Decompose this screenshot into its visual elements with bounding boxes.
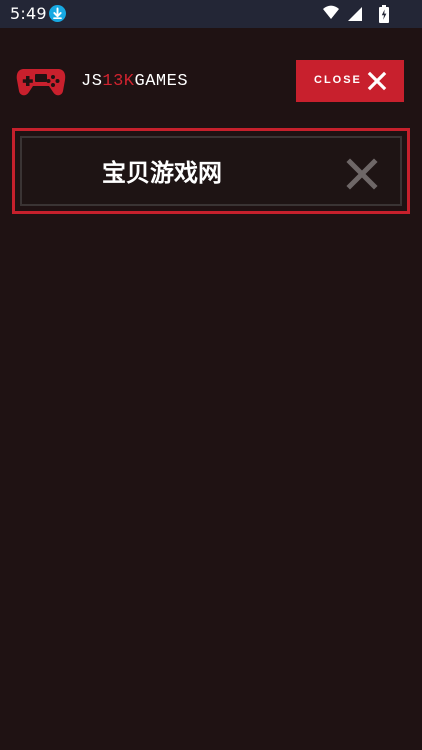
wifi-icon bbox=[323, 5, 339, 19]
status-time: 5:49 bbox=[10, 4, 47, 23]
status-bar: 5:49 bbox=[0, 0, 422, 28]
close-button[interactable]: CLOSE bbox=[296, 60, 404, 102]
download-icon bbox=[49, 5, 66, 22]
gamepad-icon bbox=[16, 64, 66, 102]
site-logo-text: JS13KGAMES bbox=[81, 71, 188, 93]
signal-icon bbox=[348, 7, 362, 21]
logo-text-js: JS bbox=[81, 72, 103, 91]
game-title: 宝贝游戏网 bbox=[102, 159, 222, 187]
logo-text-games: GAMES bbox=[134, 72, 189, 91]
dismiss-icon[interactable] bbox=[346, 158, 378, 190]
close-icon bbox=[367, 71, 387, 95]
logo-text-13k: 13K bbox=[102, 72, 135, 91]
game-title-box[interactable]: 宝贝游戏网 bbox=[20, 136, 402, 206]
close-button-label: CLOSE bbox=[314, 74, 362, 86]
battery-icon bbox=[379, 5, 389, 23]
game-panel: 宝贝游戏网 bbox=[12, 128, 410, 214]
